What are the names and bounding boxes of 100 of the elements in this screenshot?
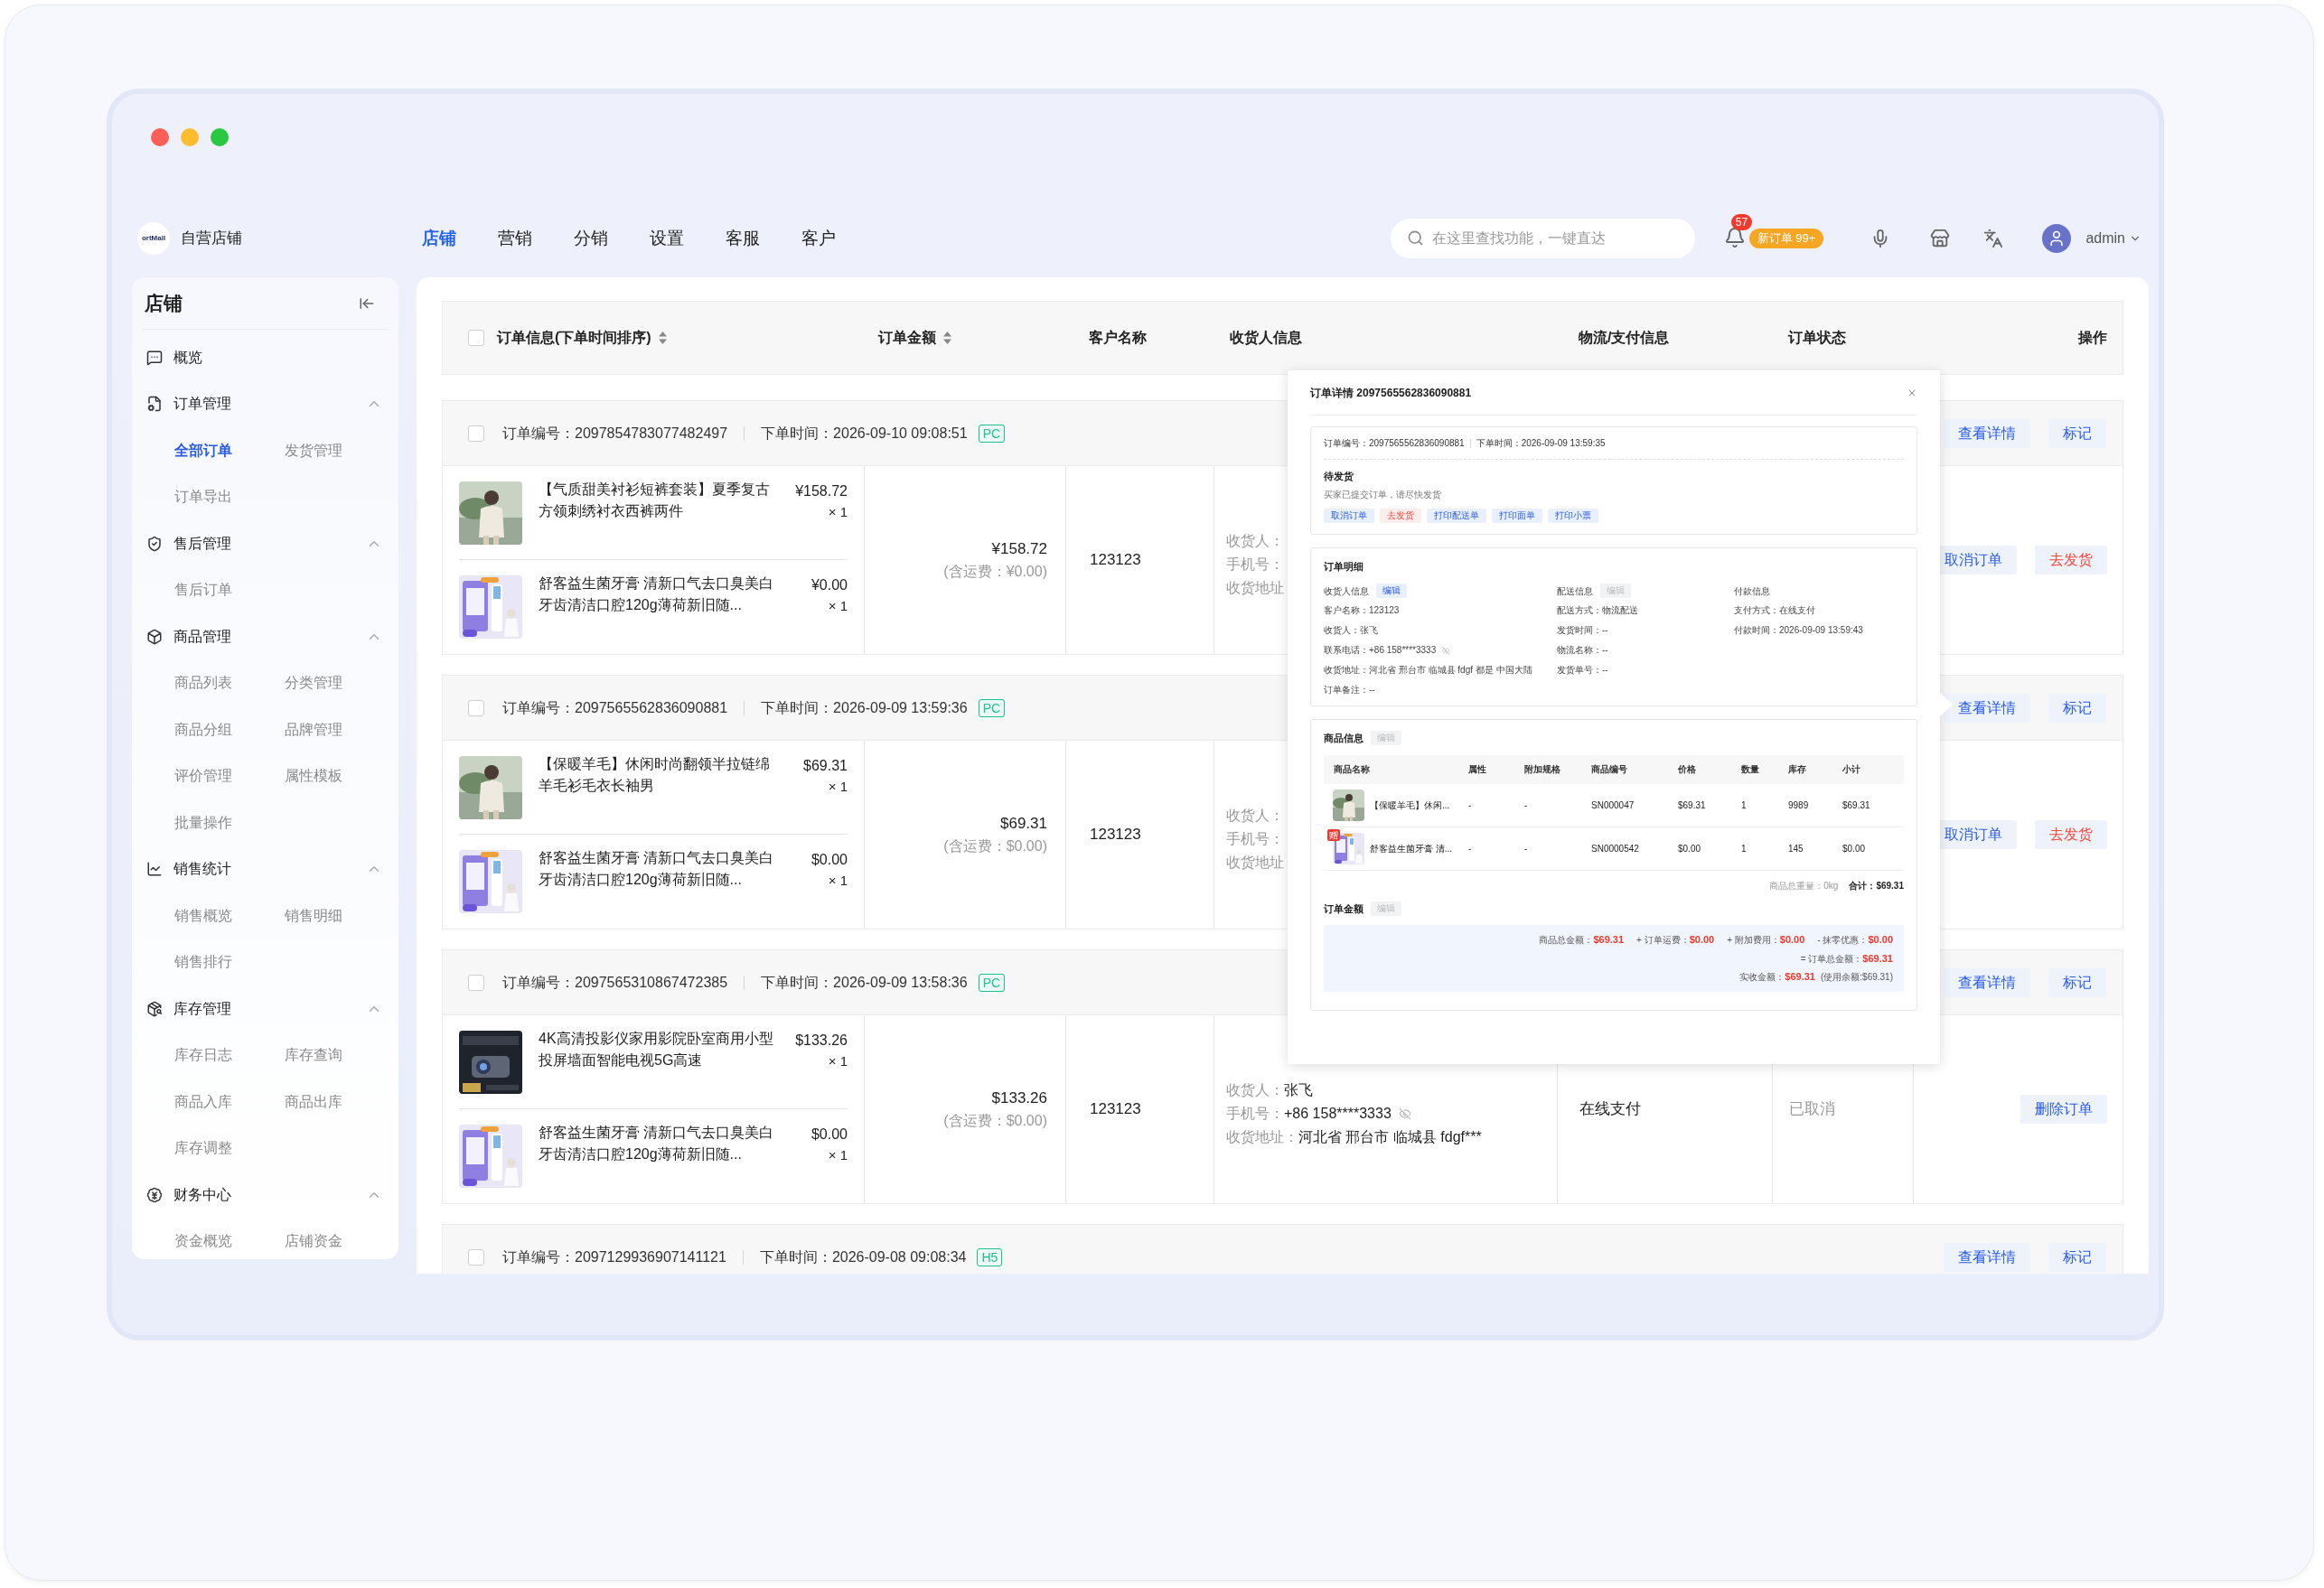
- nav-tab[interactable]: 客户: [801, 225, 836, 252]
- channel-tag: PC: [978, 973, 1006, 992]
- popover-action-button[interactable]: 打印小票: [1548, 508, 1598, 523]
- sidebar-item[interactable]: 库存日志: [174, 1044, 232, 1067]
- product-name[interactable]: 4K高清投影仪家用影院卧室商用小型投屏墙面智能电视5G高速: [539, 1028, 775, 1071]
- product-price: $133.26: [795, 1032, 848, 1050]
- channel-tag: PC: [978, 424, 1006, 443]
- sidebar-item[interactable]: 订单导出: [174, 486, 232, 509]
- checkbox[interactable]: [468, 1248, 484, 1266]
- column-header: 订单金额: [878, 329, 936, 347]
- mark-button[interactable]: 标记: [2048, 693, 2106, 723]
- checkbox[interactable]: [468, 425, 484, 442]
- edit-button[interactable]: 编辑: [1376, 584, 1407, 598]
- view-details-button[interactable]: 查看详情: [1944, 1242, 2030, 1272]
- sidebar-item[interactable]: 资金概览: [174, 1230, 232, 1253]
- checkbox[interactable]: [468, 699, 484, 716]
- logo[interactable]: ortMall: [137, 222, 170, 255]
- table-cell-text: 9989: [1788, 799, 1810, 812]
- product-name[interactable]: 舒客益生菌牙膏 清新口气去口臭美白牙齿清洁口腔120g薄荷新旧随...: [539, 573, 775, 616]
- view-details-button[interactable]: 查看详情: [1944, 967, 2030, 997]
- sort-icon[interactable]: [943, 332, 951, 344]
- order-action-button[interactable]: 去发货: [2035, 820, 2107, 849]
- column-header: 附加规格: [1524, 763, 1561, 776]
- sidebar-item[interactable]: 商品分组: [174, 718, 232, 741]
- sidebar-item[interactable]: 分类管理: [285, 672, 342, 695]
- column-header: 收货人信息: [1230, 329, 1302, 348]
- sidebar-group[interactable]: 概览: [173, 346, 202, 369]
- nav-tab[interactable]: 营销: [498, 225, 532, 252]
- product-price: $69.31: [803, 757, 848, 775]
- checkbox[interactable]: [468, 330, 484, 346]
- eye-off-icon[interactable]: [1398, 1107, 1411, 1120]
- payment-method: 在线支付: [1579, 1099, 1641, 1120]
- sidebar-group[interactable]: 库存管理: [173, 997, 231, 1020]
- checkbox[interactable]: [468, 974, 484, 991]
- detail-field: 配送方式：物流配送: [1557, 604, 1638, 617]
- search-field[interactable]: 在这里查找功能，一键直达: [1390, 219, 1695, 258]
- detail-field: 联系电话：+86 158****3333: [1324, 644, 1437, 657]
- column-header: 操作: [2078, 329, 2107, 347]
- product-name[interactable]: 舒客益生菌牙膏 清新口气去口臭美白牙齿清洁口腔120g薄荷新旧随...: [539, 847, 775, 891]
- table-cell-text: 1: [1741, 842, 1748, 855]
- notification-count: 57: [1730, 214, 1753, 230]
- order-action-button[interactable]: 去发货: [2035, 546, 2107, 574]
- sidebar-item[interactable]: 销售排行: [174, 951, 232, 974]
- nav-tab[interactable]: 设置: [650, 225, 684, 252]
- product-price: ¥158.72: [795, 482, 848, 500]
- popover-action-button[interactable]: 去发货: [1380, 508, 1421, 523]
- sidebar-item[interactable]: 发货管理: [285, 439, 342, 462]
- popover-action-button[interactable]: 打印面单: [1492, 508, 1542, 523]
- sidebar-item[interactable]: 商品出库: [285, 1090, 342, 1113]
- close-window-button[interactable]: [151, 128, 169, 146]
- product-name[interactable]: 舒客益生菌牙膏 清新口气去口臭美白牙齿清洁口腔120g薄荷新旧随...: [539, 1122, 775, 1165]
- mark-button[interactable]: 标记: [2048, 418, 2106, 448]
- sidebar-group[interactable]: 财务中心: [173, 1183, 231, 1206]
- sidebar-item[interactable]: 全部订单: [174, 439, 232, 462]
- sidebar-item[interactable]: 库存查询: [285, 1044, 342, 1067]
- table-cell-text: SN000047: [1591, 799, 1635, 812]
- maximize-window-button[interactable]: [211, 128, 229, 146]
- sidebar-group[interactable]: 售后管理: [173, 532, 231, 555]
- sidebar-item[interactable]: 属性模板: [285, 765, 342, 788]
- yen-icon: [146, 1186, 163, 1203]
- popover-action-button[interactable]: 打印配送单: [1427, 508, 1486, 523]
- shipping-fee: (含运费：$0.00): [943, 1111, 1047, 1130]
- goods-total: 合计：$69.31: [1849, 880, 1904, 892]
- nav-tab[interactable]: 客服: [726, 225, 760, 252]
- column-header: 商品编号: [1591, 763, 1628, 776]
- column-header: 物流/支付信息: [1579, 329, 1670, 347]
- order-time: 下单时间：2026-09-08 09:08:34: [759, 1247, 967, 1266]
- translate-icon[interactable]: [1983, 229, 2004, 248]
- nav-tab[interactable]: 店铺: [422, 225, 456, 252]
- order-action-button[interactable]: 删除订单: [2020, 1095, 2107, 1124]
- avatar[interactable]: [2042, 224, 2072, 253]
- customer-name: 123123: [1090, 1099, 1141, 1120]
- eye-off-icon[interactable]: [1442, 646, 1451, 655]
- sort-icon[interactable]: [658, 332, 667, 344]
- sidebar-group[interactable]: 销售统计: [173, 858, 231, 881]
- mark-button[interactable]: 标记: [2048, 1242, 2106, 1272]
- view-details-button[interactable]: 查看详情: [1944, 693, 2030, 723]
- product-name[interactable]: 【气质甜美衬衫短裤套装】夏季复古方领刺绣衬衣西裤两件: [539, 479, 775, 522]
- sidebar-item[interactable]: 批量操作: [174, 811, 232, 834]
- sidebar-item[interactable]: 库存调整: [174, 1137, 232, 1160]
- store-icon[interactable]: [1930, 229, 1951, 248]
- mark-button[interactable]: 标记: [2048, 967, 2106, 997]
- nav-tab[interactable]: 分销: [574, 225, 608, 252]
- product-name[interactable]: 【保暖羊毛】休闲时尚翻领半拉链绵羊毛衫毛衣长袖男: [539, 753, 775, 797]
- sidebar-group[interactable]: 订单管理: [173, 393, 231, 416]
- bell-icon[interactable]: [1723, 227, 1746, 248]
- sidebar-item[interactable]: 评价管理: [174, 765, 232, 788]
- sidebar-item[interactable]: 商品列表: [174, 672, 232, 695]
- sidebar-item[interactable]: 售后订单: [174, 579, 232, 602]
- sidebar-group[interactable]: 商品管理: [173, 625, 231, 648]
- popover-action-button[interactable]: 取消订单: [1324, 508, 1374, 523]
- sidebar-item[interactable]: 品牌管理: [285, 718, 342, 741]
- user-name[interactable]: admin: [2085, 228, 2125, 249]
- view-details-button[interactable]: 查看详情: [1944, 418, 2030, 448]
- sidebar-title: 店铺: [145, 291, 183, 315]
- sidebar-item[interactable]: 销售概览: [174, 904, 232, 927]
- sidebar-item[interactable]: 销售明细: [285, 904, 342, 927]
- sidebar-item[interactable]: 店铺资金: [285, 1230, 342, 1253]
- sidebar-item[interactable]: 商品入库: [174, 1090, 232, 1113]
- minimize-window-button[interactable]: [181, 128, 199, 146]
